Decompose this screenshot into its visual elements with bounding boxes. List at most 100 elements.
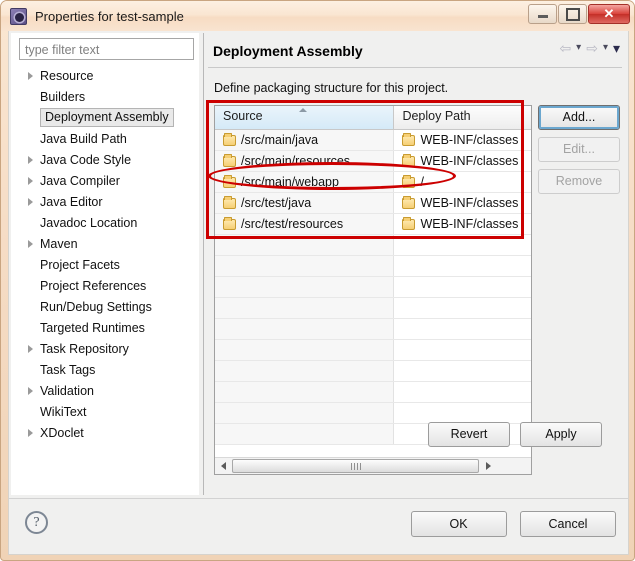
sidebar-item-builders[interactable]: Builders	[11, 86, 199, 107]
cell-deploy-path	[394, 361, 531, 381]
scrollbar-thumb[interactable]	[232, 459, 479, 473]
sidebar-item-wikitext[interactable]: WikiText	[11, 401, 199, 422]
footer-buttons: OK Cancel	[402, 511, 616, 544]
cell-source-label: /src/test/resources	[241, 217, 343, 231]
sidebar-item-project-facets[interactable]: Project Facets	[11, 254, 199, 275]
sort-ascending-icon	[299, 108, 307, 112]
forward-dropdown-icon[interactable]: ▾	[603, 43, 608, 53]
settings-tree-pane: type filter text ResourceBuildersDeploym…	[11, 33, 199, 495]
table-empty-row[interactable]	[215, 319, 531, 340]
table-empty-row[interactable]	[215, 256, 531, 277]
ok-button[interactable]: OK	[411, 511, 507, 537]
expand-arrow-icon[interactable]	[24, 156, 37, 164]
folder-icon	[223, 177, 236, 188]
sidebar-item-maven[interactable]: Maven	[11, 233, 199, 254]
cancel-button[interactable]: Cancel	[520, 511, 616, 537]
assembly-table[interactable]: Source Deploy Path /src/main/javaWEB-INF…	[214, 105, 532, 475]
cell-deploy-path[interactable]: WEB-INF/classes	[394, 130, 531, 150]
table-row[interactable]: /src/main/webapp /	[215, 172, 531, 193]
sidebar-item-label: Project References	[37, 279, 146, 293]
table-empty-row[interactable]	[215, 361, 531, 382]
cell-deploy-path[interactable]: WEB-INF/classes	[394, 193, 531, 213]
edit-button: Edit...	[538, 137, 620, 162]
window-title: Properties for test-sample	[35, 9, 184, 24]
table-horizontal-scrollbar[interactable]	[215, 457, 531, 474]
sidebar-item-task-tags[interactable]: Task Tags	[11, 359, 199, 380]
scroll-left-icon[interactable]	[215, 459, 231, 474]
table-body[interactable]: /src/main/javaWEB-INF/classes/src/main/r…	[215, 130, 531, 445]
column-header-source[interactable]: Source	[215, 106, 394, 129]
apply-button[interactable]: Apply	[520, 422, 602, 447]
expand-arrow-icon[interactable]	[24, 345, 37, 353]
page-navigation-icons[interactable]: ⇦ ▾ ⇨ ▾ ▾	[559, 41, 620, 55]
cell-source[interactable]: /src/test/resources	[215, 214, 394, 234]
table-empty-row[interactable]	[215, 340, 531, 361]
sidebar-item-task-repository[interactable]: Task Repository	[11, 338, 199, 359]
cell-source[interactable]: /src/main/java	[215, 130, 394, 150]
minimize-button[interactable]	[528, 4, 557, 24]
remove-button: Remove	[538, 169, 620, 194]
cell-deploy-path-label: /	[420, 175, 423, 189]
sidebar-item-xdoclet[interactable]: XDoclet	[11, 422, 199, 443]
header-separator	[208, 67, 622, 68]
table-empty-row[interactable]	[215, 382, 531, 403]
sidebar-item-label: Run/Debug Settings	[37, 300, 152, 314]
sidebar-item-label: Project Facets	[37, 258, 120, 272]
filter-input[interactable]: type filter text	[19, 38, 194, 60]
sidebar-item-run-debug-settings[interactable]: Run/Debug Settings	[11, 296, 199, 317]
maximize-button[interactable]	[558, 4, 587, 24]
window-controls: ✕	[527, 4, 630, 24]
cell-source[interactable]: /src/main/resources	[215, 151, 394, 171]
back-arrow-icon[interactable]: ⇦	[559, 41, 571, 55]
menu-dropdown-icon[interactable]: ▾	[613, 41, 620, 55]
add-button[interactable]: Add...	[538, 105, 620, 130]
folder-icon	[223, 135, 236, 146]
sidebar-item-project-references[interactable]: Project References	[11, 275, 199, 296]
table-row[interactable]: /src/test/javaWEB-INF/classes	[215, 193, 531, 214]
close-button[interactable]: ✕	[588, 4, 630, 24]
cell-deploy-path[interactable]: /	[394, 172, 531, 192]
expand-arrow-icon[interactable]	[24, 72, 37, 80]
settings-tree[interactable]: ResourceBuildersDeployment AssemblyJava …	[11, 65, 199, 493]
table-empty-row[interactable]	[215, 235, 531, 256]
sidebar-item-javadoc-location[interactable]: Javadoc Location	[11, 212, 199, 233]
sidebar-item-java-compiler[interactable]: Java Compiler	[11, 170, 199, 191]
cell-deploy-path[interactable]: WEB-INF/classes	[394, 151, 531, 171]
cell-source	[215, 235, 394, 255]
expand-arrow-icon[interactable]	[24, 387, 37, 395]
revert-button[interactable]: Revert	[428, 422, 510, 447]
cell-source-label: /src/main/resources	[241, 154, 350, 168]
help-button[interactable]: ?	[25, 511, 48, 534]
sidebar-item-java-build-path[interactable]: Java Build Path	[11, 128, 199, 149]
cell-deploy-path-label: WEB-INF/classes	[420, 154, 518, 168]
table-row[interactable]: /src/main/resources WEB-INF/classes	[215, 151, 531, 172]
table-empty-row[interactable]	[215, 298, 531, 319]
sidebar-item-targeted-runtimes[interactable]: Targeted Runtimes	[11, 317, 199, 338]
table-empty-row[interactable]	[215, 403, 531, 424]
deployment-assembly-pane: Deployment Assembly ⇦▾⇨▾▾ Define packagi…	[206, 33, 626, 495]
cell-source	[215, 298, 394, 318]
forward-arrow-icon[interactable]: ⇨	[586, 41, 598, 55]
expand-arrow-icon[interactable]	[24, 240, 37, 248]
table-row[interactable]: /src/main/javaWEB-INF/classes	[215, 130, 531, 151]
sidebar-item-java-editor[interactable]: Java Editor	[11, 191, 199, 212]
cell-source[interactable]: /src/test/java	[215, 193, 394, 213]
sidebar-item-java-code-style[interactable]: Java Code Style	[11, 149, 199, 170]
scroll-right-icon[interactable]	[480, 459, 496, 474]
cell-deploy-path	[394, 256, 531, 276]
table-row[interactable]: /src/test/resources WEB-INF/classes	[215, 214, 531, 235]
expand-arrow-icon[interactable]	[24, 429, 37, 437]
sidebar-item-label: XDoclet	[37, 426, 84, 440]
sidebar-item-deployment-assembly[interactable]: Deployment Assembly	[11, 107, 199, 128]
sidebar-item-resource[interactable]: Resource	[11, 65, 199, 86]
sidebar-item-label: Validation	[37, 384, 94, 398]
cell-source[interactable]: /src/main/webapp	[215, 172, 394, 192]
sidebar-item-validation[interactable]: Validation	[11, 380, 199, 401]
cell-deploy-path[interactable]: WEB-INF/classes	[394, 214, 531, 234]
back-dropdown-icon[interactable]: ▾	[576, 43, 581, 53]
expand-arrow-icon[interactable]	[24, 177, 37, 185]
column-header-deploy-path[interactable]: Deploy Path	[394, 106, 531, 129]
expand-arrow-icon[interactable]	[24, 198, 37, 206]
table-empty-row[interactable]	[215, 277, 531, 298]
cell-deploy-path	[394, 277, 531, 297]
